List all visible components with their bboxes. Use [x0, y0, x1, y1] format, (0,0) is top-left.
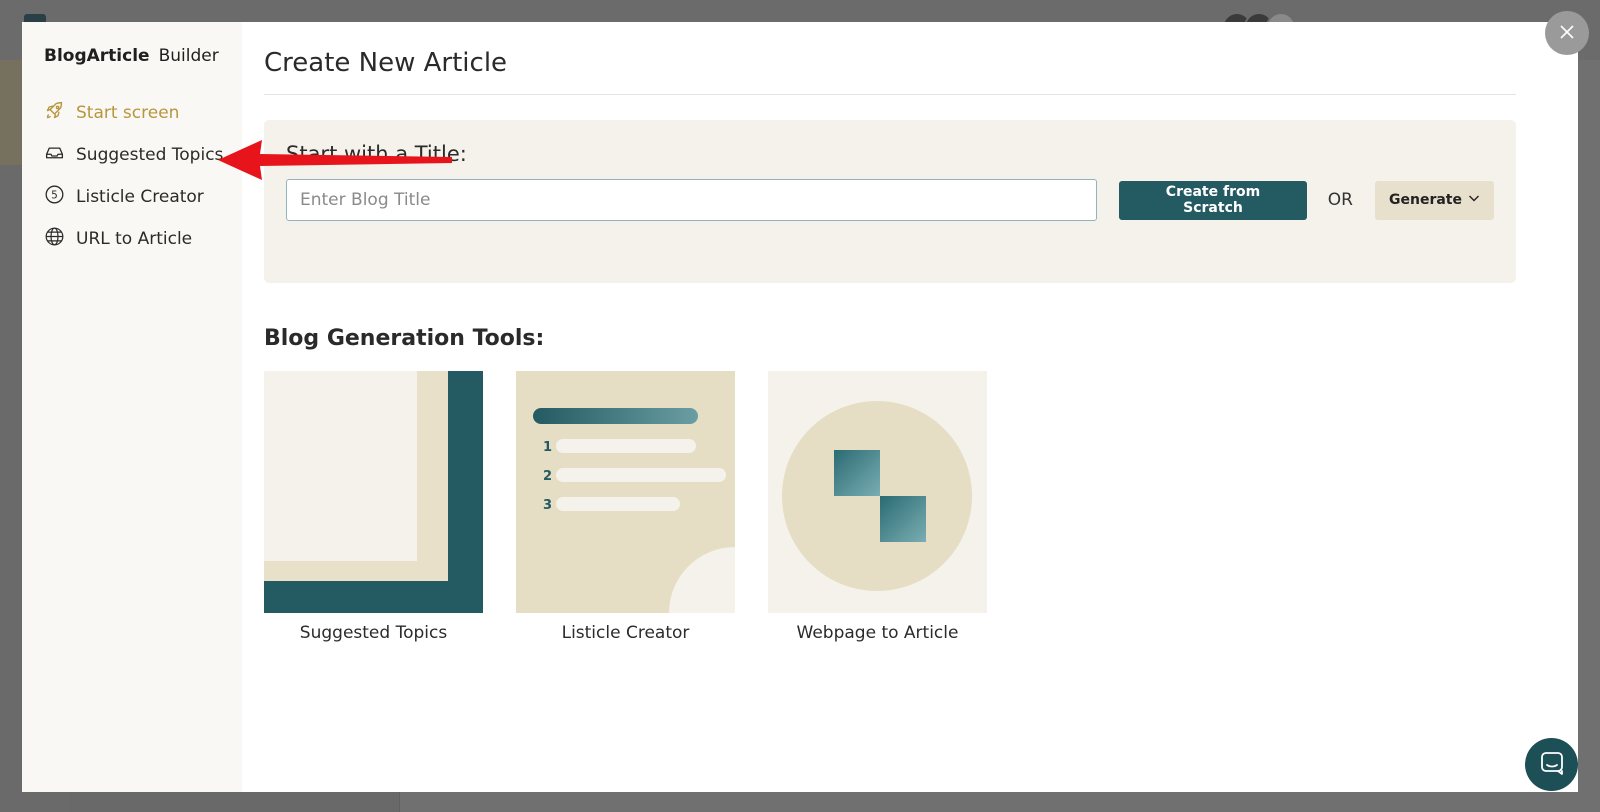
- tool-label: Suggested Topics: [299, 623, 448, 643]
- blog-title-input[interactable]: [286, 179, 1098, 221]
- or-separator: OR: [1327, 190, 1353, 210]
- globe-icon: [44, 226, 65, 252]
- modal-main: Create New Article Start with a Title: C…: [242, 22, 1578, 792]
- list-number: 2: [543, 469, 552, 484]
- background-bottom-panel: [70, 790, 400, 812]
- divider: [264, 94, 1516, 95]
- tools-grid: Suggested Topics 1 2 3 Listicle Creator …: [264, 371, 1578, 643]
- sidebar-item-label: URL to Article: [76, 229, 193, 249]
- tools-heading: Blog Generation Tools:: [264, 326, 545, 351]
- tool-label: Listicle Creator: [561, 623, 690, 643]
- create-from-scratch-button[interactable]: Create from Scratch: [1119, 180, 1307, 220]
- tool-card-suggested-topics[interactable]: Suggested Topics: [264, 371, 483, 643]
- number-five-circle-icon: 5: [44, 184, 65, 210]
- sidebar-item-start-screen[interactable]: Start screen: [44, 92, 242, 134]
- modal-sidebar: BlogArticle Builder Start screen Suggest…: [22, 22, 242, 792]
- create-article-modal: BlogArticle Builder Start screen Suggest…: [22, 22, 1578, 792]
- brand: BlogArticle Builder: [44, 46, 242, 66]
- sidebar-item-suggested-topics[interactable]: Suggested Topics: [44, 134, 242, 176]
- brand-suffix: Builder: [158, 46, 219, 66]
- title-panel-row: Create from Scratch OR Generate: [286, 179, 1494, 221]
- rocket-icon: [44, 100, 65, 126]
- tool-card-listicle-creator[interactable]: 1 2 3 Listicle Creator: [516, 371, 735, 643]
- sidebar-item-label: Suggested Topics: [76, 145, 224, 165]
- tool-card-webpage-to-article[interactable]: Webpage to Article: [768, 371, 987, 643]
- generate-button-label: Generate: [1389, 192, 1462, 208]
- close-icon: [1560, 24, 1574, 43]
- generate-button[interactable]: Generate: [1375, 180, 1494, 220]
- chevron-down-icon: [1468, 192, 1480, 208]
- sidebar-item-label: Start screen: [76, 103, 180, 123]
- tool-label: Webpage to Article: [796, 623, 959, 643]
- list-number: 3: [543, 498, 552, 513]
- inbox-icon: [44, 142, 65, 168]
- sidebar-item-listicle-creator[interactable]: 5 Listicle Creator: [44, 176, 242, 218]
- list-number: 1: [543, 440, 552, 455]
- suggested-topics-illustration: [264, 371, 483, 613]
- title-panel: Start with a Title: Create from Scratch …: [264, 120, 1516, 283]
- brand-name: BlogArticle: [44, 46, 150, 66]
- listicle-creator-illustration: 1 2 3: [516, 371, 735, 613]
- title-panel-heading: Start with a Title:: [286, 142, 467, 166]
- sidebar-item-label: Listicle Creator: [76, 187, 204, 207]
- chat-icon: [1539, 750, 1565, 780]
- close-modal-button[interactable]: [1545, 11, 1589, 55]
- webpage-to-article-illustration: [768, 371, 987, 613]
- svg-text:5: 5: [51, 189, 58, 201]
- sidebar-item-url-to-article[interactable]: URL to Article: [44, 218, 242, 260]
- chat-launcher-button[interactable]: [1525, 738, 1578, 791]
- page-title: Create New Article: [264, 48, 508, 78]
